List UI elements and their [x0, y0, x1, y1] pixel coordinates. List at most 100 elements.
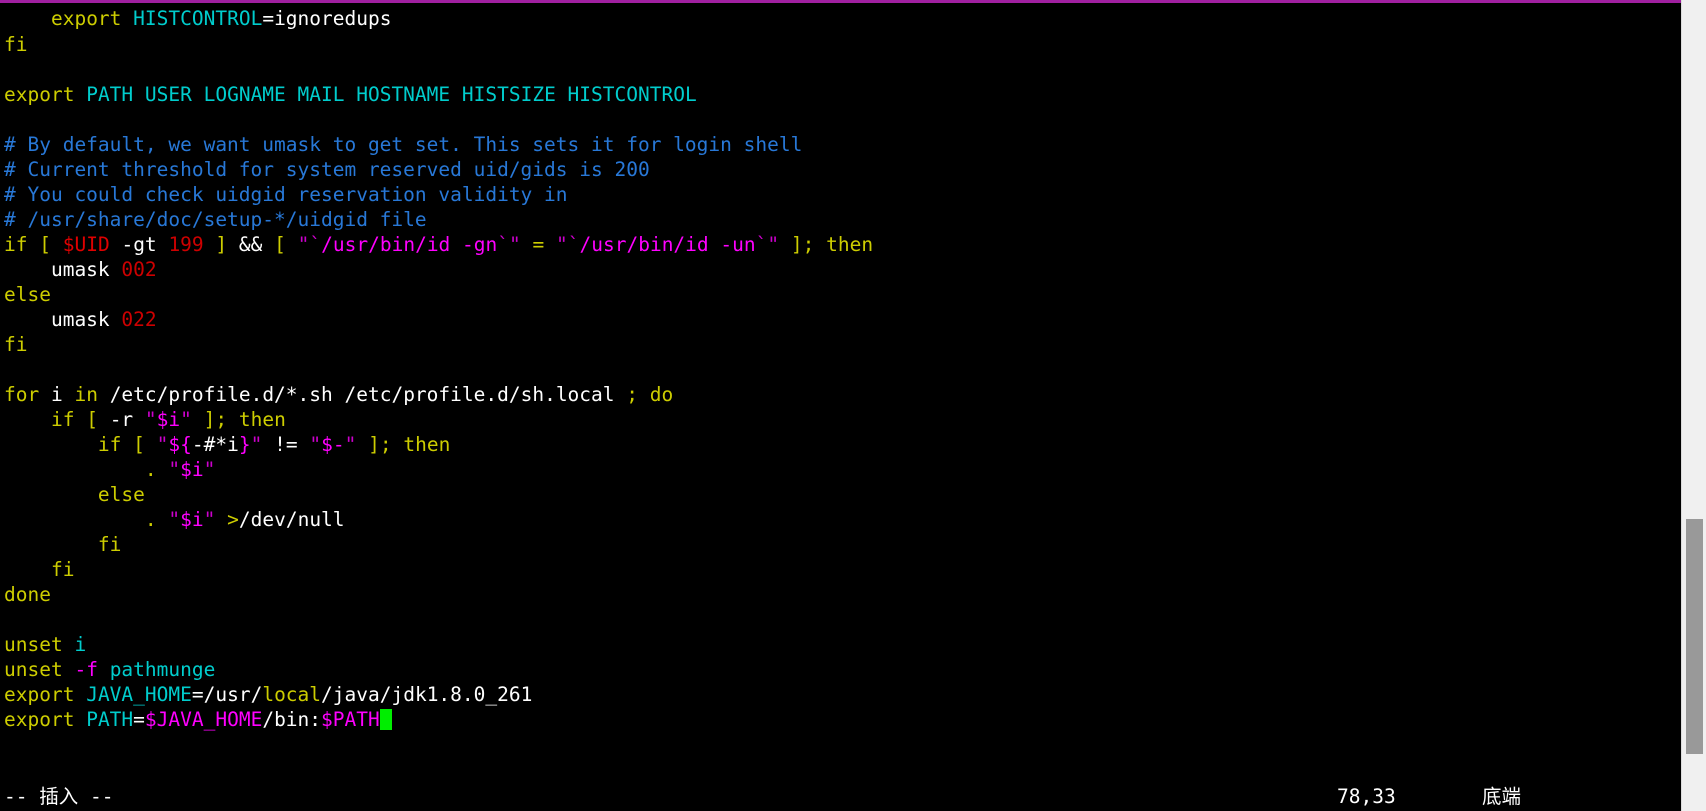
code-line[interactable]: export JAVA_HOME=/usr/local/java/jdk1.8.…: [0, 682, 1681, 707]
code-token: /etc/profile.d/*.sh /etc/profile.d/sh.lo…: [97, 383, 627, 406]
code-token: `: [567, 233, 580, 256]
code-line[interactable]: fi: [0, 32, 1681, 57]
text-cursor: [379, 709, 392, 730]
code-line[interactable]: [0, 107, 1681, 132]
code-token: ]: [368, 433, 380, 456]
code-token: -gt: [121, 233, 157, 256]
code-token: export: [4, 683, 75, 706]
code-token: .: [144, 508, 157, 531]
code-line[interactable]: export HISTCONTROL=ignoredups: [0, 3, 1681, 32]
code-token: ": [556, 233, 568, 256]
code-token: ": [203, 458, 216, 481]
code-token: -f: [74, 658, 98, 681]
code-token: umask: [4, 308, 122, 331]
code-token: ": [767, 233, 780, 256]
code-token: else: [97, 483, 145, 506]
code-token: ]: [203, 408, 216, 431]
code-line[interactable]: [0, 357, 1681, 382]
code-token: then: [238, 408, 286, 431]
code-line[interactable]: fi: [0, 532, 1681, 557]
code-line[interactable]: # You could check uidgid reservation val…: [0, 182, 1681, 207]
code-line[interactable]: umask 022: [0, 307, 1681, 332]
code-line[interactable]: export PATH USER LOGNAME MAIL HOSTNAME H…: [0, 82, 1681, 107]
code-line[interactable]: if [ $UID -gt 199 ] && [ "`/usr/bin/id -…: [0, 232, 1681, 257]
code-line[interactable]: # By default, we want umask to get set. …: [0, 132, 1681, 157]
code-token: &&: [238, 233, 263, 256]
code-line[interactable]: export PATH=$JAVA_HOME/bin:$PATH: [0, 707, 1681, 732]
scrollbar-thumb[interactable]: [1686, 519, 1703, 755]
code-token: ": [180, 408, 192, 431]
code-token: ;: [802, 233, 815, 256]
code-line[interactable]: if [ -r "$i" ]; then: [0, 407, 1681, 432]
code-token: ;: [379, 433, 392, 456]
code-token: unset: [4, 658, 63, 681]
code-line[interactable]: . "$i": [0, 457, 1681, 482]
code-token: i: [39, 383, 75, 406]
code-token: JAVA_HOME: [86, 683, 192, 706]
code-token: local: [262, 683, 322, 706]
code-line[interactable]: else: [0, 282, 1681, 307]
code-token: /usr/: [203, 683, 263, 706]
code-token: >: [227, 508, 239, 531]
code-line[interactable]: [0, 57, 1681, 82]
code-token: [: [86, 408, 98, 431]
code-line[interactable]: [0, 607, 1681, 632]
terminal-window: export HISTCONTROL=ignoredups fi export P…: [0, 0, 1706, 811]
code-line[interactable]: fi: [0, 332, 1681, 357]
code-token: export: [4, 708, 75, 731]
code-token: export: [50, 7, 122, 30]
code-token: 199: [168, 233, 204, 256]
vertical-scrollbar[interactable]: [1681, 0, 1706, 811]
code-token: -r: [97, 408, 145, 431]
code-token: $-: [321, 433, 345, 456]
code-token: 002: [121, 258, 157, 281]
code-line[interactable]: # Current threshold for system reserved …: [0, 157, 1681, 182]
code-token: if: [50, 408, 75, 431]
code-token: # Current threshold for system reserved …: [4, 158, 650, 181]
code-line[interactable]: fi: [0, 557, 1681, 582]
code-token: ": [203, 508, 216, 531]
code-token: `: [497, 233, 510, 256]
code-token: ;: [626, 383, 639, 406]
code-line[interactable]: for i in /etc/profile.d/*.sh /etc/profil…: [0, 382, 1681, 407]
code-token: ": [168, 508, 181, 531]
terminal-viewport[interactable]: export HISTCONTROL=ignoredups fi export P…: [0, 3, 1681, 811]
code-token: fi: [4, 33, 28, 56]
code-line[interactable]: unset -f pathmunge: [0, 657, 1681, 682]
code-line[interactable]: unset i: [0, 632, 1681, 657]
code-line[interactable]: . "$i" >/dev/null: [0, 507, 1681, 532]
code-line[interactable]: if [ "${-#*i}" != "$-" ]; then: [0, 432, 1681, 457]
code-line[interactable]: done: [0, 582, 1681, 607]
code-token: if: [4, 233, 28, 256]
code-token: ": [344, 433, 357, 456]
code-token: i: [74, 633, 87, 656]
code-line[interactable]: # /usr/share/doc/setup-*/uidgid file: [0, 207, 1681, 232]
vim-mode-indicator: -- 插入 --: [4, 785, 114, 808]
vim-buffer-text[interactable]: export HISTCONTROL=ignoredups fi export P…: [0, 3, 1681, 732]
code-token: if: [97, 433, 122, 456]
code-line[interactable]: else: [0, 482, 1681, 507]
code-token: ": [156, 433, 169, 456]
code-token: i: [227, 433, 239, 456]
code-token: export: [4, 83, 75, 106]
code-token: ": [297, 233, 310, 256]
code-line[interactable]: umask 002: [0, 257, 1681, 282]
